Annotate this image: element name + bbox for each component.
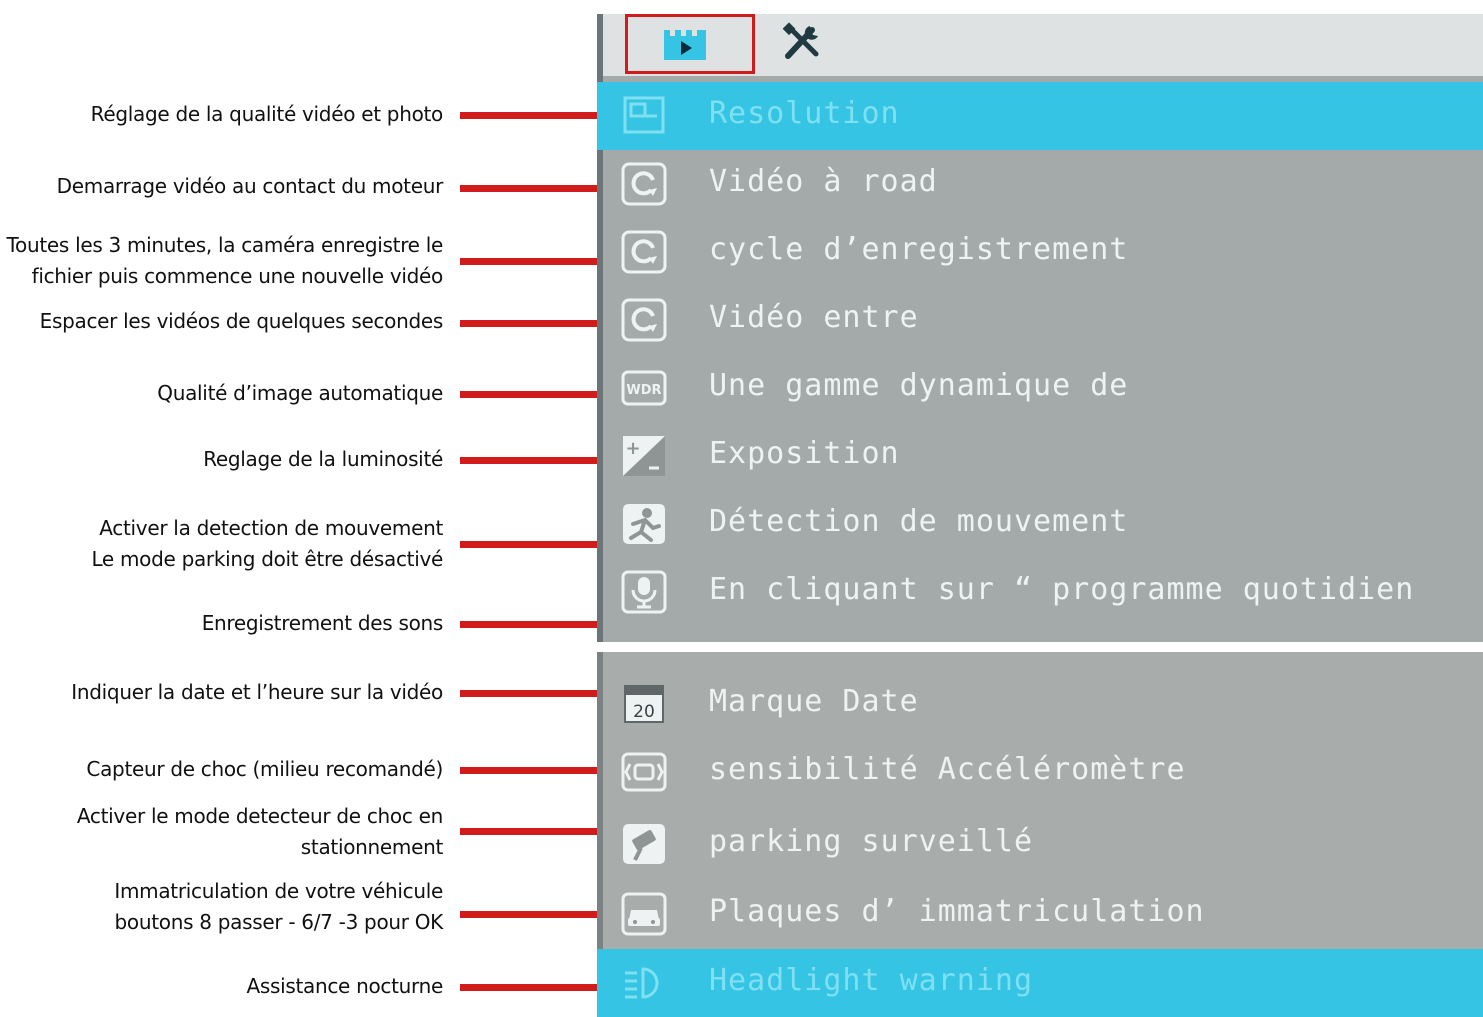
annotation-audio: Enregistrement des sons — [201, 608, 444, 639]
menu-item-label: Vidéo entre — [709, 300, 919, 335]
annotation-road-video: Demarrage vidéo au contact du moteur — [56, 171, 444, 202]
menu-item-audio[interactable]: En cliquant sur “ programme quotidien — [597, 558, 1483, 626]
connector-line — [460, 258, 597, 265]
video-icon — [664, 30, 706, 60]
resolution-icon — [623, 96, 665, 134]
menu-item-date-stamp[interactable]: 20 Marque Date — [597, 670, 1483, 738]
annotation-text: Capteur de choc (milieu recomandé) — [86, 757, 443, 781]
connector-line — [460, 621, 597, 628]
parking-camera-icon — [623, 824, 665, 864]
annotation-text: Immatriculation de votre véhicule — [114, 879, 443, 903]
exposure-icon: + — [623, 436, 665, 476]
tab-bar — [597, 14, 1483, 76]
tab-settings[interactable] — [782, 22, 826, 65]
annotation-text: Enregistrement des sons — [201, 611, 444, 635]
menu-item-label: Vidéo à road — [709, 164, 938, 199]
annotation-parking: Activer le mode detecteur de choc en stat… — [77, 801, 443, 863]
connector-line — [460, 828, 597, 835]
annotation-loop-recording: Toutes les 3 minutes, la caméra enregist… — [6, 230, 444, 292]
loop-icon — [621, 298, 667, 342]
annotation-text: Espacer les vidéos de quelques secondes — [39, 309, 444, 333]
connector-line — [460, 457, 597, 464]
annotation-text: Toutes les 3 minutes, la caméra enregist… — [6, 233, 444, 257]
menu-item-label: Exposition — [709, 436, 900, 471]
menu-item-road-video[interactable]: Vidéo à road — [597, 150, 1483, 218]
menu-item-label: Plaques d’ immatriculation — [709, 894, 1205, 929]
annotation-exposure: Reglage de la luminosité — [203, 444, 443, 475]
menu-item-exposure[interactable]: + Exposition — [597, 422, 1483, 490]
menu-item-gsensor[interactable]: sensibilité Accéléromètre — [597, 738, 1483, 806]
loop-icon — [621, 162, 667, 206]
menu-item-wdr[interactable]: WDR Une gamme dynamique de — [597, 354, 1483, 422]
annotation-text: Activer la detection de mouvement — [99, 516, 443, 540]
connector-line — [460, 911, 597, 918]
annotation-resolution: Réglage de la qualité vidéo et photo — [90, 99, 444, 130]
annotation-motion-detection: Activer la detection de mouvement Le mode… — [91, 513, 443, 575]
connector-line — [460, 690, 597, 697]
annotation-text: Le mode parking doit être désactivé — [91, 547, 443, 571]
menu-item-headlight[interactable]: Headlight warning — [597, 949, 1483, 1017]
wdr-icon: WDR — [621, 370, 667, 406]
menu-item-loop-recording[interactable]: cycle d’enregistrement — [597, 218, 1483, 286]
annotation-gsensor: Capteur de choc (milieu recomandé) — [86, 754, 443, 785]
svg-text:WDR: WDR — [626, 383, 661, 398]
annotation-wdr: Qualité d’image automatique — [157, 378, 443, 409]
connector-line — [460, 541, 597, 548]
menu-item-label: Détection de mouvement — [709, 504, 1129, 539]
loop-icon — [621, 230, 667, 274]
menu-item-label: Une gamme dynamique de — [709, 368, 1129, 403]
menu-panel-bottom: 20 Marque Date sensibilité Accéléromètre… — [597, 652, 1483, 1017]
motion-icon — [623, 504, 665, 544]
annotation-text: fichier puis commence une nouvelle vidéo — [31, 264, 444, 288]
dashcam-screen: Resolution Vidéo à road cycle d’enregist… — [597, 14, 1483, 1017]
annotation-text: Assistance nocturne — [246, 974, 443, 998]
gsensor-icon — [621, 752, 667, 792]
calendar-day-text: 20 — [633, 702, 655, 722]
menu-item-label: cycle d’enregistrement — [709, 232, 1129, 267]
connector-line — [460, 984, 597, 991]
annotation-text: Demarrage vidéo au contact du moteur — [56, 174, 444, 198]
menu-item-motion-detection[interactable]: Détection de mouvement — [597, 490, 1483, 558]
annotation-text: Qualité d’image automatique — [157, 381, 443, 405]
menu-item-label: Resolution — [709, 96, 900, 131]
connector-line — [460, 320, 597, 327]
annotation-text: boutons 8 passer - 6/7 -3 pour OK — [114, 910, 444, 934]
menu-item-label: Marque Date — [709, 684, 919, 719]
car-icon — [621, 892, 667, 936]
menu-item-resolution[interactable]: Resolution — [597, 82, 1483, 150]
connector-line — [460, 391, 597, 398]
svg-text:+: + — [625, 438, 640, 459]
menu-item-label: Headlight warning — [709, 963, 1034, 998]
menu-item-time-lapse[interactable]: Vidéo entre — [597, 286, 1483, 354]
annotation-text: Reglage de la luminosité — [203, 447, 443, 471]
headlight-icon — [625, 967, 659, 999]
connector-line — [460, 767, 597, 774]
annotation-text: stationnement — [300, 835, 444, 859]
menu-item-label: sensibilité Accéléromètre — [709, 752, 1186, 787]
annotation-headlight: Assistance nocturne — [246, 971, 443, 1002]
annotation-text: Réglage de la qualité vidéo et photo — [90, 102, 444, 126]
annotation-text: Activer le mode detecteur de choc en — [76, 804, 443, 828]
menu-item-parking[interactable]: parking surveillé — [597, 810, 1483, 878]
annotation-time-lapse: Espacer les vidéos de quelques secondes — [39, 306, 444, 337]
microphone-icon — [621, 570, 667, 614]
tools-icon — [782, 22, 819, 59]
annotation-plate: Immatriculation de votre véhicule boutons… — [114, 876, 443, 938]
annotation-text: Indiquer la date et l’heure sur la vidéo — [71, 680, 443, 704]
menu-panel-top: Resolution Vidéo à road cycle d’enregist… — [597, 14, 1483, 642]
calendar-icon: 20 — [624, 685, 664, 723]
connector-line — [460, 185, 597, 192]
connector-line — [460, 112, 597, 119]
menu-item-label: parking surveillé — [709, 824, 1034, 859]
menu-item-label: En cliquant sur “ programme quotidien — [709, 572, 1415, 607]
tab-video[interactable] — [625, 14, 755, 74]
menu-item-license-plate[interactable]: Plaques d’ immatriculation — [597, 880, 1483, 948]
annotation-date-stamp: Indiquer la date et l’heure sur la vidéo — [71, 677, 443, 708]
